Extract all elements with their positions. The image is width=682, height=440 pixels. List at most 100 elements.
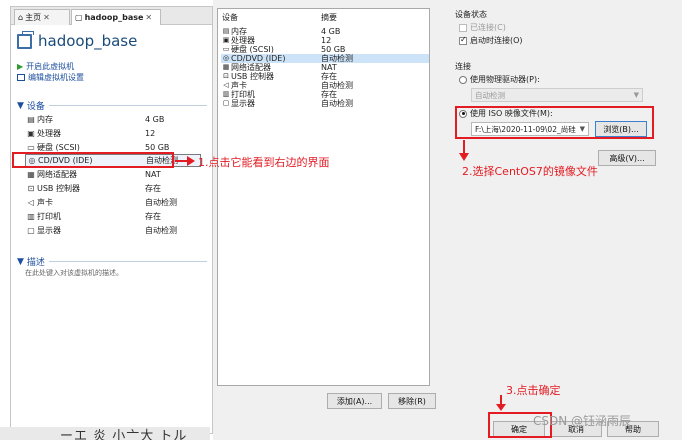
list-item-value: NAT	[321, 63, 337, 72]
list-item-name: 硬盘 (SCSI)	[231, 45, 274, 54]
device-name: 打印机	[37, 212, 61, 221]
dropdown-arrow-icon: ▼	[633, 91, 639, 99]
display-icon: ▢	[222, 99, 230, 107]
device-value: NAT	[145, 170, 161, 179]
usb-controller-icon: ⊡	[27, 184, 35, 193]
device-value: 存在	[145, 212, 161, 221]
network-adapter-icon: ▦	[222, 63, 230, 71]
usb-controller-icon: ⊡	[223, 72, 229, 80]
description-section-header[interactable]: ▼ 描述	[17, 255, 45, 269]
list-item-sound[interactable]: ◁ 声卡 自动检测	[221, 81, 429, 90]
device-name: 网络适配器	[37, 170, 77, 179]
home-icon: ⌂	[18, 13, 24, 22]
list-item-name: 打印机	[231, 90, 255, 99]
list-item-value: 4 GB	[321, 27, 341, 36]
close-icon[interactable]: ✕	[145, 13, 152, 22]
remove-hardware-button[interactable]: 移除(R)	[388, 393, 436, 409]
list-item-name: 内存	[231, 27, 247, 36]
device-row-printer[interactable]: ▥ 打印机 存在	[25, 210, 201, 223]
list-item-memory[interactable]: ▤ 内存 4 GB	[221, 27, 429, 36]
tab-vm-label: hadoop_base	[84, 13, 144, 22]
device-row-usb[interactable]: ⊡ USB 控制器 存在	[25, 182, 201, 195]
list-item-processor[interactable]: ▣ 处理器 12	[221, 36, 429, 45]
list-item-value: 自动检测	[321, 81, 353, 90]
description-placeholder[interactable]: 在此处键入对该虚拟机的描述。	[25, 268, 123, 278]
device-row-sound[interactable]: ◁ 声卡 自动检测	[25, 196, 201, 209]
list-item-cd-dvd[interactable]: ◎ CD/DVD (IDE) 自动检测	[221, 54, 429, 63]
device-value: 存在	[145, 184, 161, 193]
device-value: 自动检测	[145, 198, 177, 207]
physical-drive-radio[interactable]: 使用物理驱动器(P):	[459, 74, 540, 85]
devices-section-header[interactable]: ▼ 设备	[17, 99, 45, 113]
connected-checkbox[interactable]: 已连接(C)	[459, 22, 506, 33]
list-item-value: 存在	[321, 90, 337, 99]
list-item-printer[interactable]: ▥ 打印机 存在	[221, 90, 429, 99]
processor-icon: ▣	[27, 129, 35, 138]
section-divider	[49, 105, 207, 106]
edit-settings-label: 编辑虚拟机设置	[28, 73, 84, 82]
tab-bar: ⌂ 主页 ✕ ▢ hadoop_base ✕	[11, 7, 212, 25]
annotation-highlight-cd-dvd	[12, 152, 174, 168]
list-header-summary: 摘要	[321, 13, 337, 22]
tab-hadoop-base[interactable]: ▢ hadoop_base ✕	[71, 9, 161, 25]
cd-dvd-icon: ◎	[222, 54, 230, 62]
annotation-step2: 2.选择CentOS7的镜像文件	[462, 165, 598, 178]
tab-home-label: 主页	[25, 13, 42, 22]
annotation-arrow-head-icon	[187, 156, 195, 166]
connected-label: 已连接(C)	[470, 23, 506, 32]
tab-home[interactable]: ⌂ 主页 ✕	[14, 9, 70, 25]
device-name: 内存	[37, 115, 53, 124]
memory-icon: ▤	[27, 115, 35, 124]
list-item-hard-disk[interactable]: ▭ 硬盘 (SCSI) 50 GB	[221, 45, 429, 54]
vm-summary-panel: ⌂ 主页 ✕ ▢ hadoop_base ✕ hadoop_base ▶ 开启此…	[10, 6, 213, 434]
edit-settings-icon	[17, 74, 25, 81]
device-name: 声卡	[37, 198, 53, 207]
close-icon[interactable]: ✕	[43, 13, 50, 22]
sound-card-icon: ◁	[27, 198, 35, 207]
watermark: CSDN @钰涵雨辰	[533, 414, 632, 428]
device-row-network[interactable]: ▦ 网络适配器 NAT	[25, 168, 201, 181]
collapse-arrow-icon: ▼	[17, 100, 24, 111]
memory-icon: ▤	[222, 27, 230, 35]
processor-icon: ▣	[222, 36, 230, 44]
list-header-device: 设备	[222, 13, 238, 22]
list-item-display[interactable]: ▢ 显示器 自动检测	[221, 99, 429, 108]
device-row-display[interactable]: ▢ 显示器 自动检测	[25, 224, 201, 237]
advanced-button[interactable]: 高级(V)...	[598, 150, 656, 166]
device-row-processor[interactable]: ▣ 处理器 12	[25, 127, 201, 140]
edit-settings-link[interactable]: 编辑虚拟机设置	[17, 72, 84, 83]
checkbox-unchecked-icon	[459, 23, 467, 32]
list-item-network[interactable]: ▦ 网络适配器 NAT	[221, 63, 429, 72]
physical-drive-label: 使用物理驱动器(P):	[470, 75, 540, 84]
network-adapter-icon: ▦	[27, 170, 35, 179]
list-item-value: 存在	[321, 72, 337, 81]
device-value: 自动检测	[145, 226, 177, 235]
device-row-memory[interactable]: ▤ 内存 4 GB	[25, 113, 201, 126]
annotation-step3: 3.点击确定	[506, 384, 561, 397]
sound-card-icon: ◁	[223, 81, 229, 89]
printer-icon: ▥	[27, 212, 35, 221]
hard-disk-icon: ▭	[27, 143, 35, 152]
add-hardware-button[interactable]: 添加(A)...	[327, 393, 382, 409]
list-item-name: CD/DVD (IDE)	[231, 54, 286, 63]
device-name: 显示器	[37, 226, 61, 235]
list-item-name: 网络适配器	[231, 63, 271, 72]
list-item-name: 显示器	[231, 99, 255, 108]
list-item-name: 声卡	[231, 81, 247, 90]
bottom-text-fragment: ーエ 炎 小亠大 トル	[60, 429, 188, 440]
hardware-list: 设备 摘要 ▤ 内存 4 GB ▣ 处理器 12 ▭ 硬盘 (SCSI) 50 …	[217, 8, 430, 386]
device-value: 12	[145, 129, 156, 138]
annotation-highlight-iso	[455, 106, 654, 139]
annotation-step1: 1.点击它能看到右边的界面	[198, 156, 330, 169]
list-item-usb[interactable]: ⊡ USB 控制器 存在	[221, 72, 429, 81]
connect-at-power-on-checkbox[interactable]: 启动时连接(O)	[459, 35, 523, 46]
device-name: 处理器	[37, 129, 61, 138]
list-item-value: 50 GB	[321, 45, 346, 54]
power-on-link[interactable]: ▶ 开启此虚拟机	[17, 61, 74, 72]
checkbox-checked-icon	[459, 35, 467, 45]
physical-drive-select[interactable]: 自动检测 ▼	[471, 88, 643, 102]
description-section-title: 描述	[26, 258, 45, 268]
vm-name: hadoop_base	[38, 32, 138, 50]
section-divider	[49, 261, 207, 262]
device-value: 50 GB	[145, 143, 170, 152]
